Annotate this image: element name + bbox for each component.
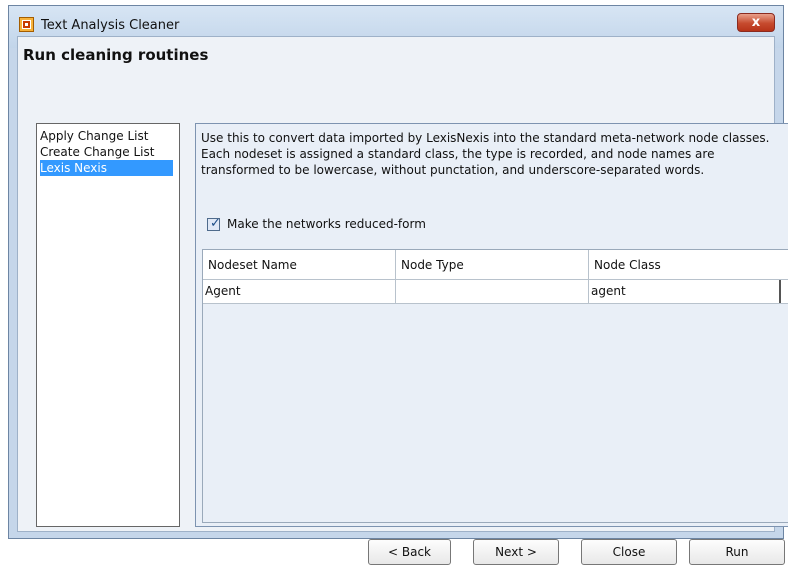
routine-item-apply-change-list[interactable]: Apply Change List bbox=[40, 128, 173, 144]
reduced-form-label: Make the networks reduced-form bbox=[227, 217, 426, 231]
nodeset-table: Nodeset Name Node Type Node Class Agent … bbox=[202, 249, 788, 523]
routine-list[interactable]: Apply Change List Create Change List Lex… bbox=[36, 123, 180, 527]
table-header: Nodeset Name Node Type Node Class bbox=[203, 250, 788, 280]
routine-item-lexis-nexis[interactable]: Lexis Nexis bbox=[40, 160, 173, 176]
reduced-form-checkbox[interactable]: ✓ bbox=[207, 215, 221, 231]
back-button[interactable]: < Back bbox=[368, 539, 451, 565]
routine-item-create-change-list[interactable]: Create Change List bbox=[40, 144, 173, 160]
column-node-class[interactable]: Node Class bbox=[589, 250, 788, 280]
page-title: Run cleaning routines bbox=[23, 46, 209, 64]
dialog-window: Text Analysis Cleaner x Run cleaning rou… bbox=[8, 5, 788, 565]
next-button[interactable]: Next > bbox=[473, 539, 559, 565]
app-icon bbox=[19, 17, 34, 32]
window-title: Text Analysis Cleaner bbox=[41, 18, 180, 33]
table-row[interactable]: Agent agent bbox=[203, 280, 788, 304]
close-window-button[interactable]: x bbox=[737, 13, 775, 32]
column-nodeset-name[interactable]: Nodeset Name bbox=[203, 250, 396, 280]
dialog-content: Run cleaning routines Apply Change List … bbox=[17, 36, 788, 565]
reduced-form-option[interactable]: ✓ Make the networks reduced-form bbox=[207, 216, 426, 232]
run-button[interactable]: Run bbox=[689, 539, 785, 565]
close-button[interactable]: Close bbox=[581, 539, 677, 565]
routine-description: Use this to convert data imported by Lex… bbox=[201, 131, 770, 177]
nodeset-name-cell[interactable]: Agent bbox=[203, 280, 396, 303]
column-node-type[interactable]: Node Type bbox=[396, 250, 589, 280]
checkmark-icon: ✓ bbox=[210, 215, 221, 231]
node-type-cell[interactable] bbox=[396, 280, 589, 303]
routine-panel: Use this to convert data imported by Lex… bbox=[195, 123, 788, 527]
node-class-cell[interactable]: agent bbox=[589, 280, 781, 303]
